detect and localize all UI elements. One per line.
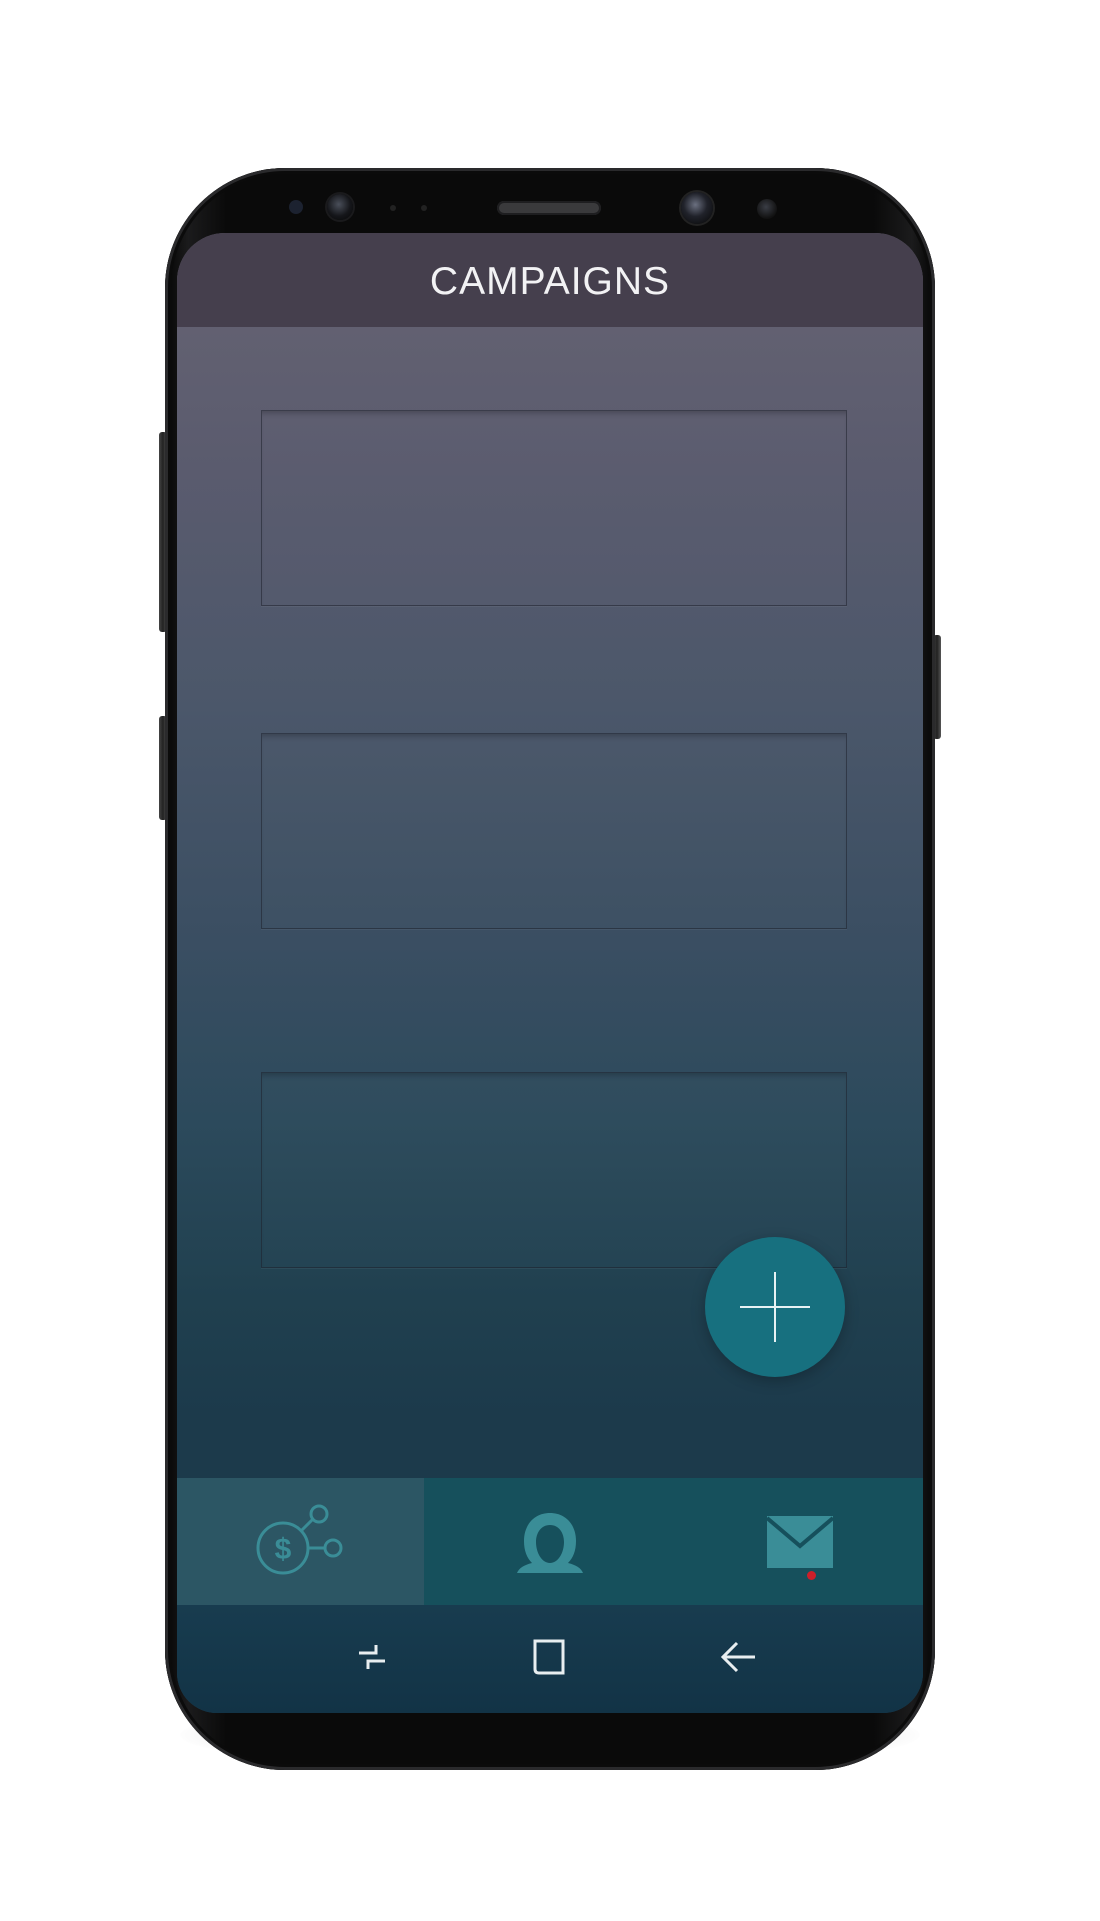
app-header: CAMPAIGNS: [177, 233, 923, 327]
back-arrow-icon: [720, 1641, 755, 1673]
user-icon: [517, 1512, 583, 1573]
sensor-dot: [421, 205, 427, 211]
recent-apps-button[interactable]: [350, 1635, 394, 1679]
bottom-nav: $: [177, 1478, 923, 1605]
add-campaign-button[interactable]: [705, 1237, 845, 1377]
sensor-dot: [390, 205, 396, 211]
tab-campaigns[interactable]: $: [177, 1478, 424, 1605]
back-button[interactable]: [717, 1635, 761, 1679]
campaign-card[interactable]: [261, 410, 847, 606]
tab-messages[interactable]: [676, 1478, 923, 1605]
app-screen: CAMPAIGNS $: [177, 233, 923, 1713]
plus-icon: [740, 1272, 810, 1342]
tab-profile[interactable]: [424, 1478, 676, 1605]
notification-dot: [807, 1571, 816, 1580]
home-icon: [533, 1639, 565, 1675]
earpiece-speaker: [497, 201, 601, 215]
page-title: CAMPAIGNS: [429, 260, 671, 303]
iris-scanner: [327, 194, 353, 220]
envelope-icon: [766, 1515, 833, 1568]
system-nav-bar: [177, 1605, 923, 1713]
proximity-sensor: [289, 200, 303, 214]
front-camera: [681, 192, 713, 224]
dollar-network-icon: $: [256, 1504, 342, 1574]
campaign-card[interactable]: [261, 733, 847, 929]
home-button[interactable]: [527, 1635, 571, 1679]
svg-text:$: $: [274, 1533, 291, 1566]
recent-apps-icon: [359, 1645, 385, 1669]
iris-camera: [757, 199, 777, 219]
